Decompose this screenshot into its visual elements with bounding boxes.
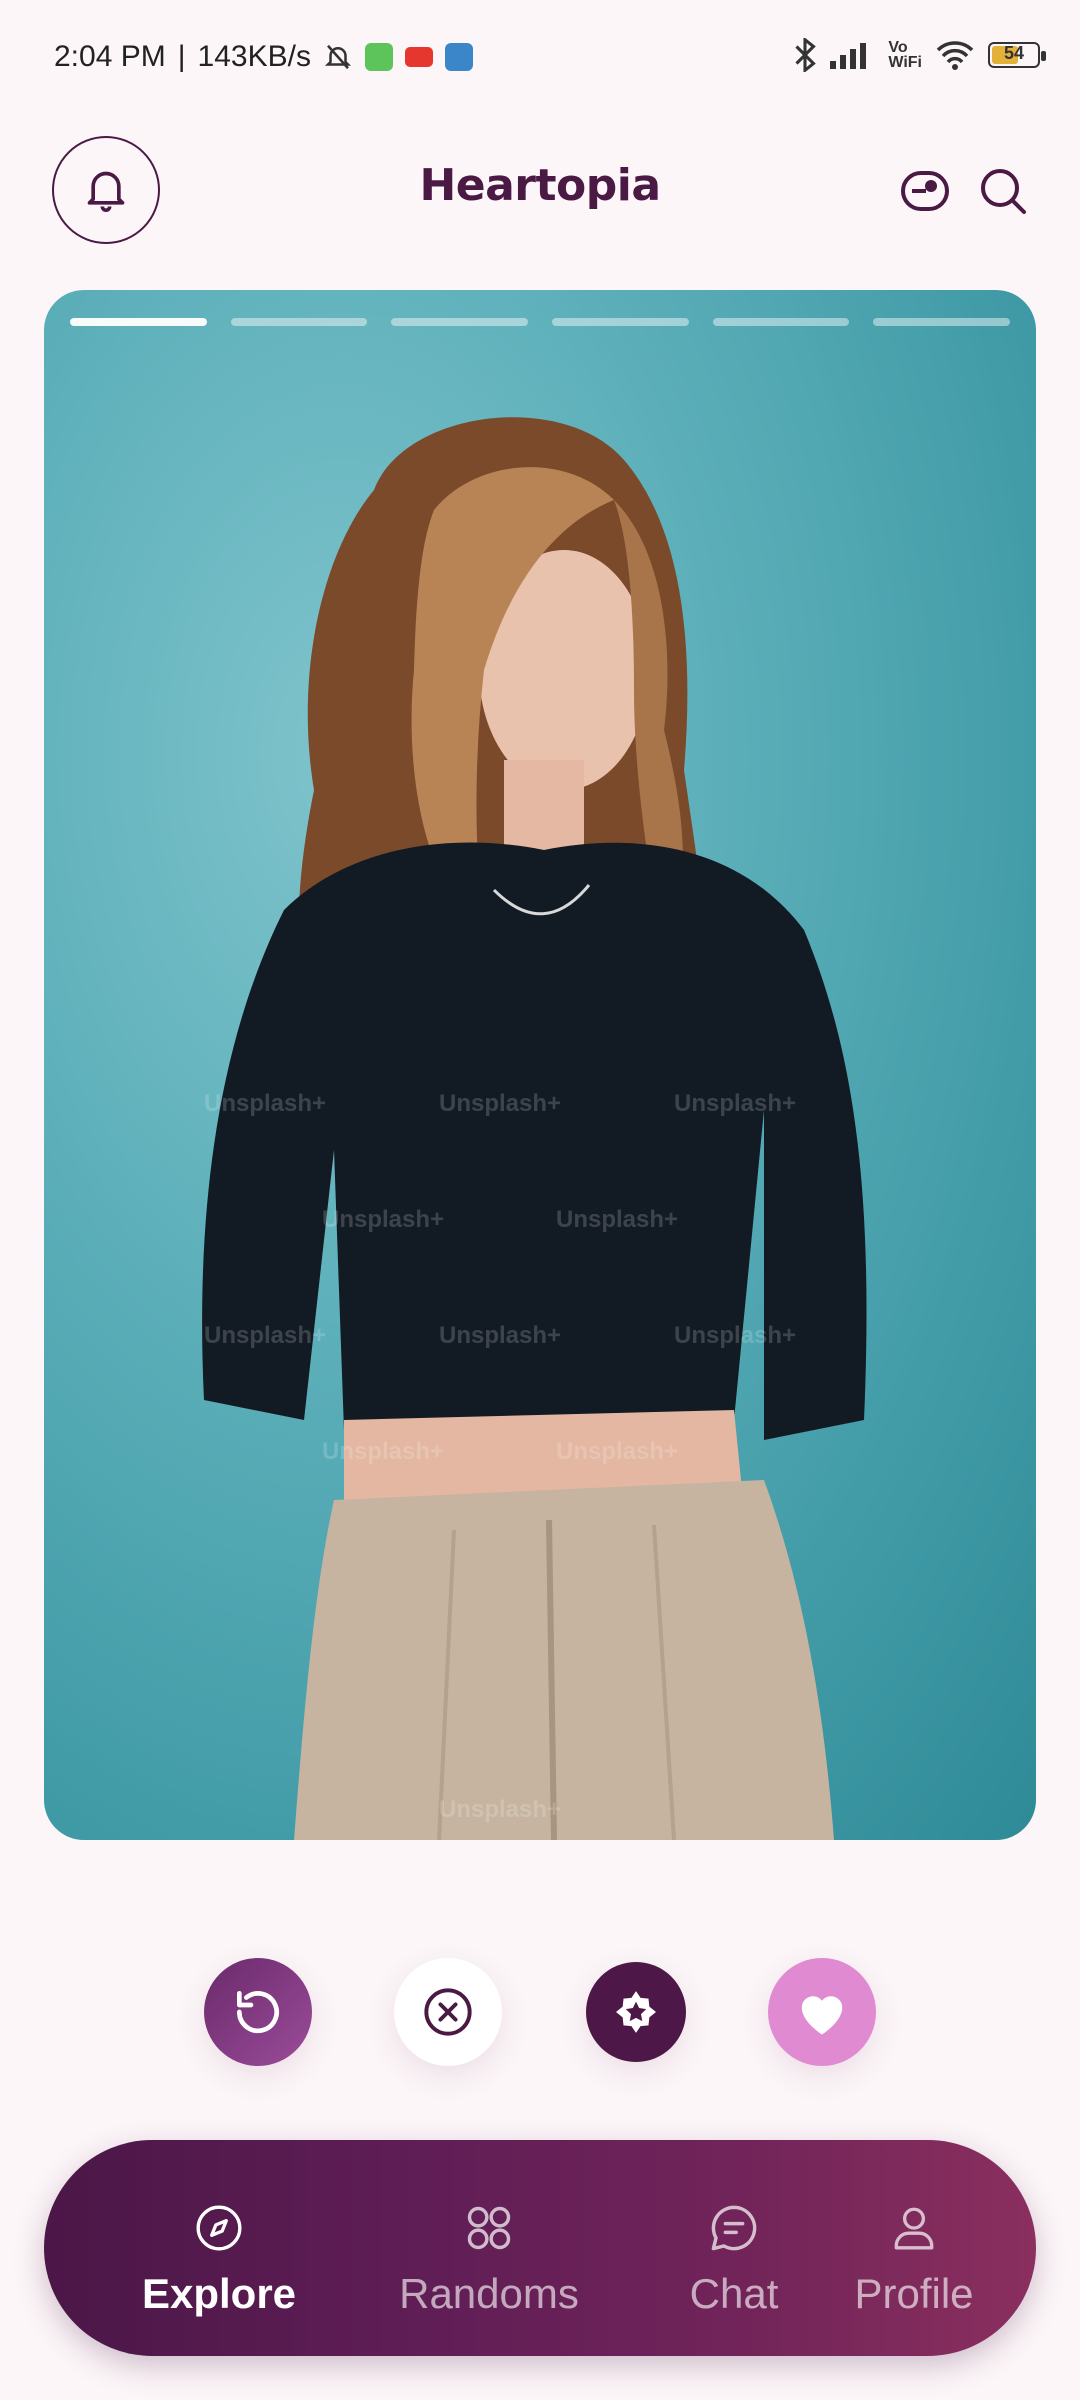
- search-button[interactable]: [976, 164, 1030, 218]
- mute-bell-icon: [324, 44, 351, 70]
- photo-progress-segment: [70, 318, 207, 326]
- nav-item-chat[interactable]: Chat: [629, 2140, 839, 2356]
- profile-photo: [202, 417, 867, 1840]
- watermark: Unsplash+: [556, 1206, 679, 1233]
- watermark: Unsplash+: [322, 1438, 445, 1465]
- chat-icon: [711, 2205, 757, 2251]
- star-badge-icon: [616, 1991, 656, 2033]
- x-circle-icon: [424, 1988, 472, 2036]
- filter-toggle-button[interactable]: [898, 164, 952, 218]
- battery-level: 54: [1003, 43, 1025, 63]
- bottom-navigation: Explore Randoms Chat Profile: [44, 2140, 1036, 2356]
- photo-progress-segment: [552, 318, 689, 326]
- app-notification-icon: [444, 43, 473, 71]
- search-icon: [981, 169, 1026, 214]
- nav-label-randoms: Randoms: [399, 2270, 579, 2317]
- photo-progress-segment: [873, 318, 1011, 326]
- nav-label-chat: Chat: [689, 2270, 779, 2317]
- photo-progress-segment: [230, 318, 368, 326]
- app-notification-icon: [364, 43, 393, 71]
- bluetooth-icon: [795, 38, 817, 72]
- super-like-button[interactable]: [586, 1962, 686, 2062]
- status-time: 2:04 PM: [54, 40, 166, 73]
- youtube-icon: [404, 47, 433, 67]
- person-icon: [894, 2207, 934, 2250]
- wifi-icon: [936, 41, 974, 70]
- dislike-button[interactable]: [394, 1958, 502, 2066]
- heart-icon: [801, 1996, 843, 2035]
- watermark: Unsplash+: [204, 1090, 327, 1117]
- profile-photo-card[interactable]: Unsplash+ Unsplash+ Unsplash+ Unsplash+ …: [44, 290, 1036, 1840]
- battery-icon: 54: [988, 42, 1046, 68]
- nav-label-explore: Explore: [141, 2270, 297, 2317]
- photo-progress-segment: [391, 318, 529, 326]
- photo-progress-indicator: [70, 318, 1011, 326]
- watermark: Unsplash+: [439, 1796, 562, 1823]
- nav-label-profile: Profile: [854, 2270, 974, 2317]
- nav-item-randoms[interactable]: Randoms: [359, 2140, 619, 2356]
- watermark: Unsplash+: [439, 1090, 562, 1117]
- compass-icon: [196, 2205, 242, 2251]
- signal-icon: [830, 43, 867, 69]
- watermark: Unsplash+: [204, 1322, 327, 1349]
- watermark: Unsplash+: [322, 1206, 445, 1233]
- nav-item-explore[interactable]: Explore: [104, 2140, 334, 2356]
- rotate-ccw-icon: [236, 1991, 279, 2034]
- like-button[interactable]: [768, 1958, 876, 2066]
- vowifi-indicator: Vo WiFi: [888, 39, 922, 71]
- nav-item-profile[interactable]: Profile: [814, 2140, 1014, 2356]
- watermark: Unsplash+: [556, 1438, 679, 1465]
- status-left: 2:04 PM | 143KB/s: [54, 40, 473, 74]
- watermark: Unsplash+: [674, 1322, 797, 1349]
- status-speed: 143KB/s: [197, 40, 311, 73]
- photo-progress-segment: [712, 318, 850, 326]
- status-right: Vo WiFi 54: [794, 38, 1046, 72]
- grid-icon: [467, 2206, 511, 2250]
- status-bar: 2:04 PM | 143KB/s Vo WiFi 54: [0, 0, 1080, 120]
- undo-button[interactable]: [204, 1958, 312, 2066]
- watermark: Unsplash+: [439, 1322, 562, 1349]
- toggle-icon: [901, 171, 949, 211]
- watermark: Unsplash+: [674, 1090, 797, 1117]
